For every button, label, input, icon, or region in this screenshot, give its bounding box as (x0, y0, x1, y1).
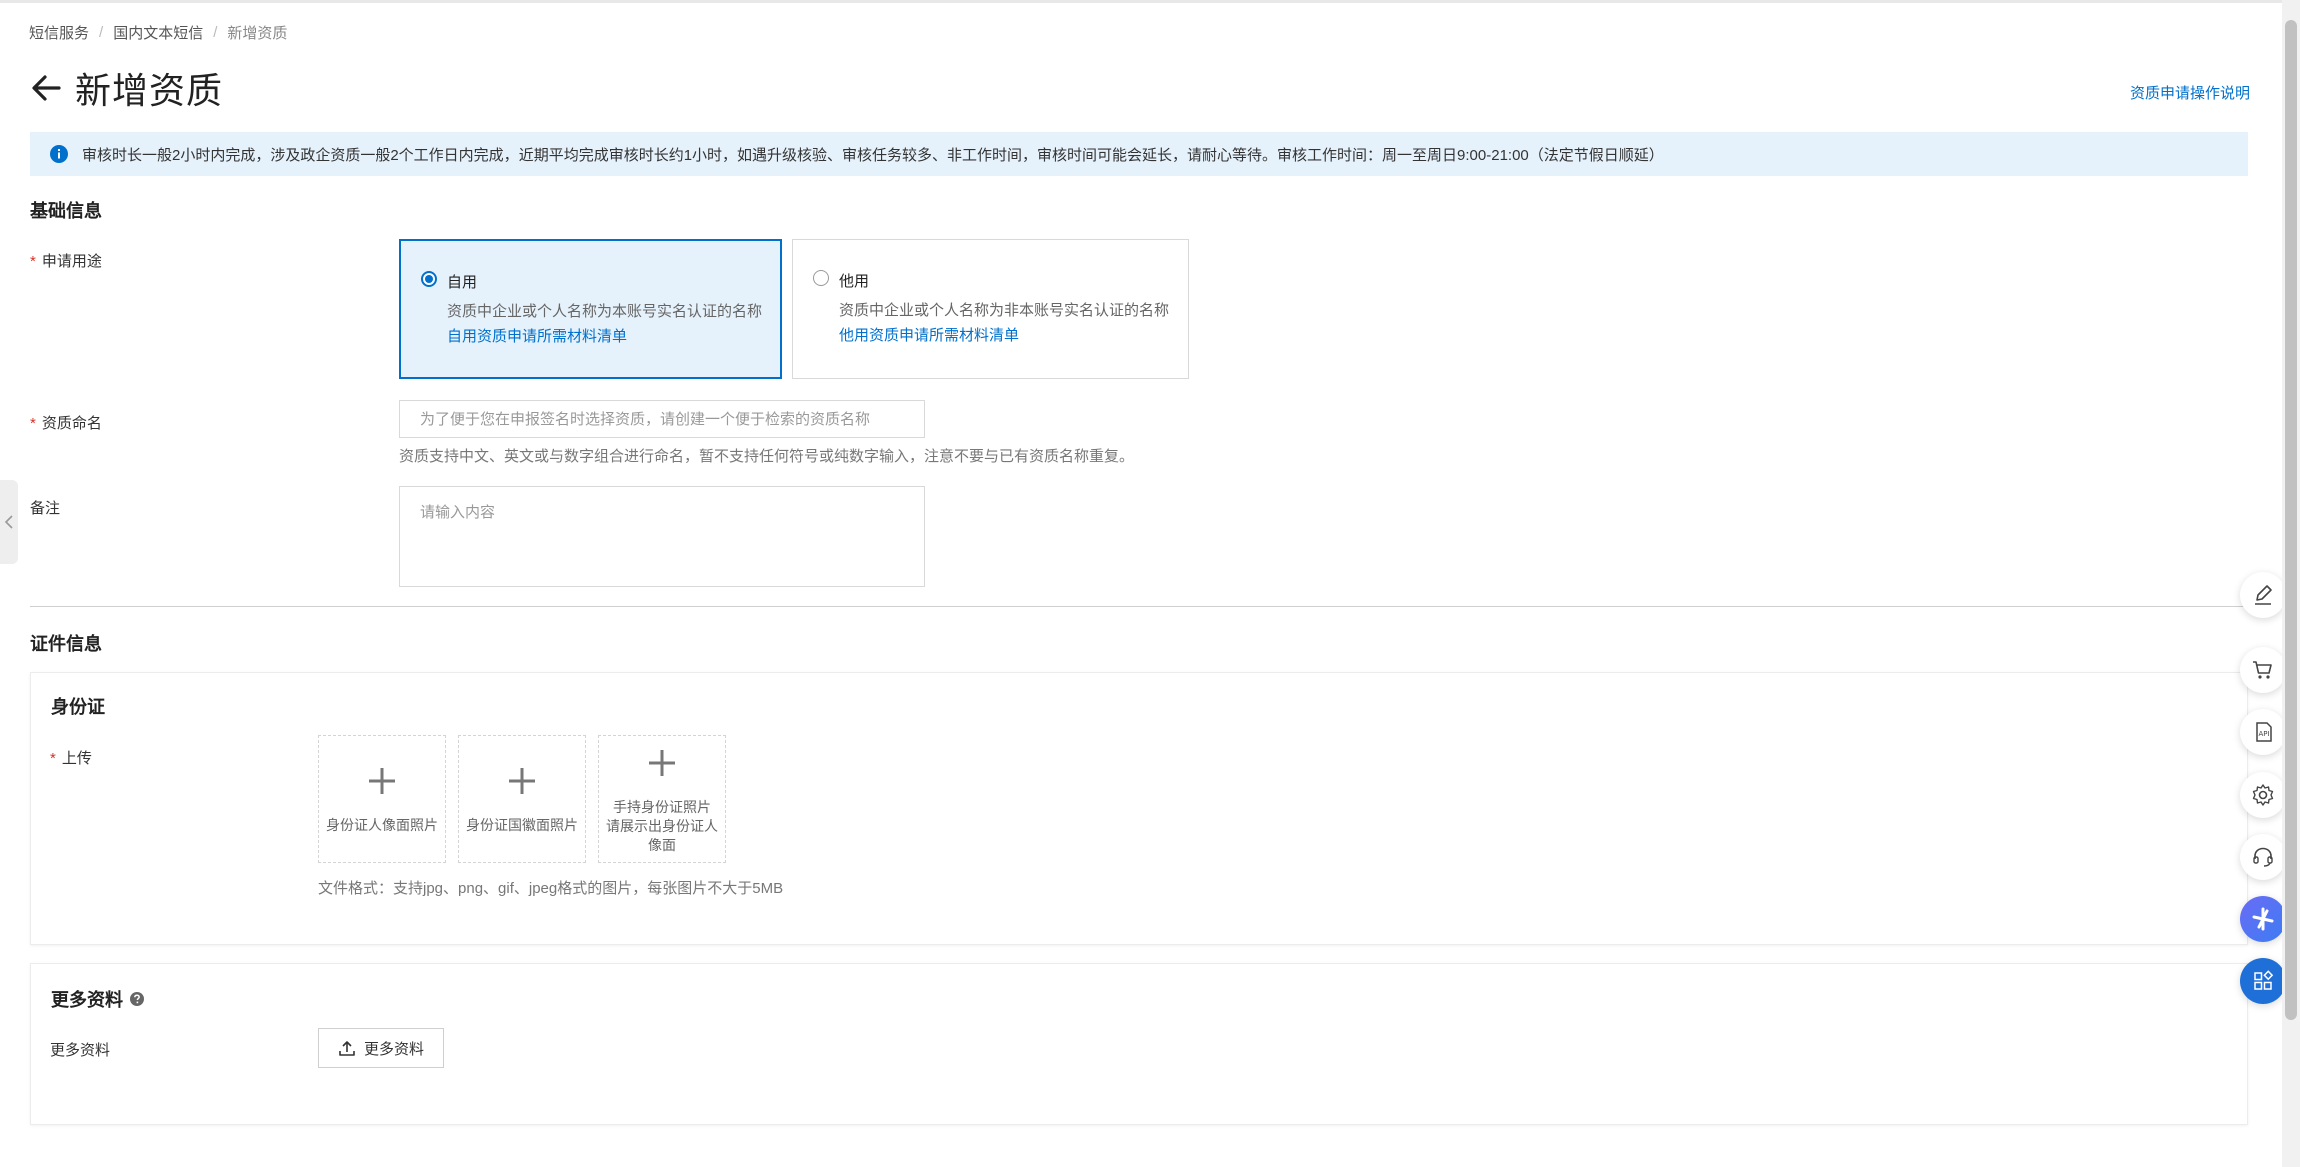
breadcrumb: 短信服务 / 国内文本短信 / 新增资质 (29, 22, 287, 43)
headset-icon (2253, 847, 2273, 867)
purpose-label-text: 申请用途 (41, 253, 102, 270)
scrollbar-thumb[interactable] (2285, 20, 2297, 1020)
upload-id-back[interactable]: 身份证国徽面照片 (458, 735, 586, 863)
plus-icon (649, 750, 675, 776)
floating-api-button[interactable]: API (2240, 709, 2286, 755)
breadcrumb-item-sms[interactable]: 短信服务 (29, 25, 89, 42)
breadcrumb-separator: / (99, 24, 104, 41)
option-desc: 资质中企业或个人名称为本账号实名认证的名称 (447, 303, 763, 320)
section-title-basic: 基础信息 (30, 201, 102, 221)
plus-icon (509, 768, 535, 794)
radio-others[interactable] (813, 270, 829, 286)
info-icon (50, 145, 68, 163)
upload-id-handheld[interactable]: 手持身份证照片 请展示出身份证人像面 (598, 735, 726, 863)
upload-caption: 手持身份证照片 请展示出身份证人像面 (606, 799, 718, 853)
breadcrumb-item-domestic-sms[interactable]: 国内文本短信 (113, 25, 203, 42)
option-title: 他用 (839, 273, 870, 290)
svg-text:API: API (2259, 730, 2270, 738)
notice-text: 审核时长一般2小时内完成，涉及政企资质一般2个工作日内完成，近期平均完成审核时长… (82, 146, 1664, 164)
help-question-icon[interactable] (129, 991, 145, 1007)
gear-icon (2252, 784, 2274, 806)
breadcrumb-item-current: 新增资质 (227, 25, 288, 42)
more-materials-title-text: 更多资料 (51, 990, 123, 1010)
required-mark: * (30, 253, 36, 270)
upload-id-front[interactable]: 身份证人像面照片 (318, 735, 446, 863)
upload-caption: 身份证国徽面照片 (466, 817, 578, 833)
back-arrow-icon[interactable] (29, 71, 63, 105)
more-materials-title: 更多资料 (51, 986, 145, 1012)
upload-more-materials-button[interactable]: 更多资料 (318, 1028, 444, 1068)
api-icon: API (2256, 722, 2272, 742)
name-label: * 资质命名 (30, 412, 102, 433)
sidebar-toggle[interactable] (0, 480, 18, 564)
id-card-title: 身份证 (51, 697, 105, 717)
chevron-left-icon (4, 515, 13, 529)
floating-support-button[interactable] (2240, 834, 2286, 880)
purpose-option-others[interactable]: 他用 资质中企业或个人名称为非本账号实名认证的名称 他用资质申请所需材料清单 (792, 239, 1189, 379)
section-divider (30, 606, 2248, 607)
floating-ai-assistant-button[interactable] (2240, 896, 2286, 942)
upload-label: * 上传 (50, 747, 92, 768)
top-border (0, 0, 2282, 3)
name-label-text: 资质命名 (41, 415, 102, 432)
page-scrollbar[interactable] (2282, 0, 2300, 1167)
apps-icon (2254, 970, 2274, 990)
name-hint: 资质支持中文、英文或与数字组合进行命名，暂不支持任何符号或纯数字输入，注意不要与… (399, 448, 1135, 465)
remark-textarea[interactable] (399, 486, 925, 587)
materials-list-link-others[interactable]: 他用资质申请所需材料清单 (839, 324, 1019, 345)
option-title: 自用 (447, 274, 478, 291)
info-notice: 审核时长一般2小时内完成，涉及政企资质一般2个工作日内完成，近期平均完成审核时长… (30, 132, 2248, 176)
floating-edit-button[interactable] (2240, 572, 2286, 618)
more-materials-button-label: 更多资料 (363, 1040, 424, 1058)
floating-apps-button[interactable] (2240, 958, 2286, 1004)
materials-list-link-self[interactable]: 自用资质申请所需材料清单 (447, 325, 627, 346)
plus-icon (369, 768, 395, 794)
option-desc: 资质中企业或个人名称为非本账号实名认证的名称 (839, 302, 1170, 319)
breadcrumb-separator: / (213, 24, 218, 41)
upload-label-text: 上传 (61, 750, 92, 767)
upload-icon (339, 1041, 355, 1056)
help-link[interactable]: 资质申请操作说明 (2130, 82, 2250, 103)
purpose-label: * 申请用途 (30, 250, 102, 271)
purpose-option-self[interactable]: 自用 资质中企业或个人名称为本账号实名认证的名称 自用资质申请所需材料清单 (399, 239, 782, 379)
required-mark: * (50, 750, 56, 767)
ai-assistant-icon (2252, 907, 2274, 931)
page-title: 新增资质 (75, 70, 224, 111)
radio-self[interactable] (421, 271, 437, 287)
page-header: 新增资质 (29, 64, 223, 112)
more-materials-label: 更多资料 (50, 1042, 111, 1059)
remark-label: 备注 (30, 500, 61, 517)
floating-settings-button[interactable] (2240, 772, 2286, 818)
edit-icon (2255, 585, 2272, 605)
cart-icon (2253, 661, 2272, 679)
floating-cart-button[interactable] (2240, 647, 2286, 693)
upload-caption: 身份证人像面照片 (326, 817, 438, 833)
section-title-cert: 证件信息 (30, 634, 102, 654)
qualification-name-input[interactable] (399, 400, 925, 438)
required-mark: * (30, 415, 36, 432)
upload-format-hint: 文件格式：支持jpg、png、gif、jpeg格式的图片，每张图片不大于5MB (318, 880, 784, 897)
